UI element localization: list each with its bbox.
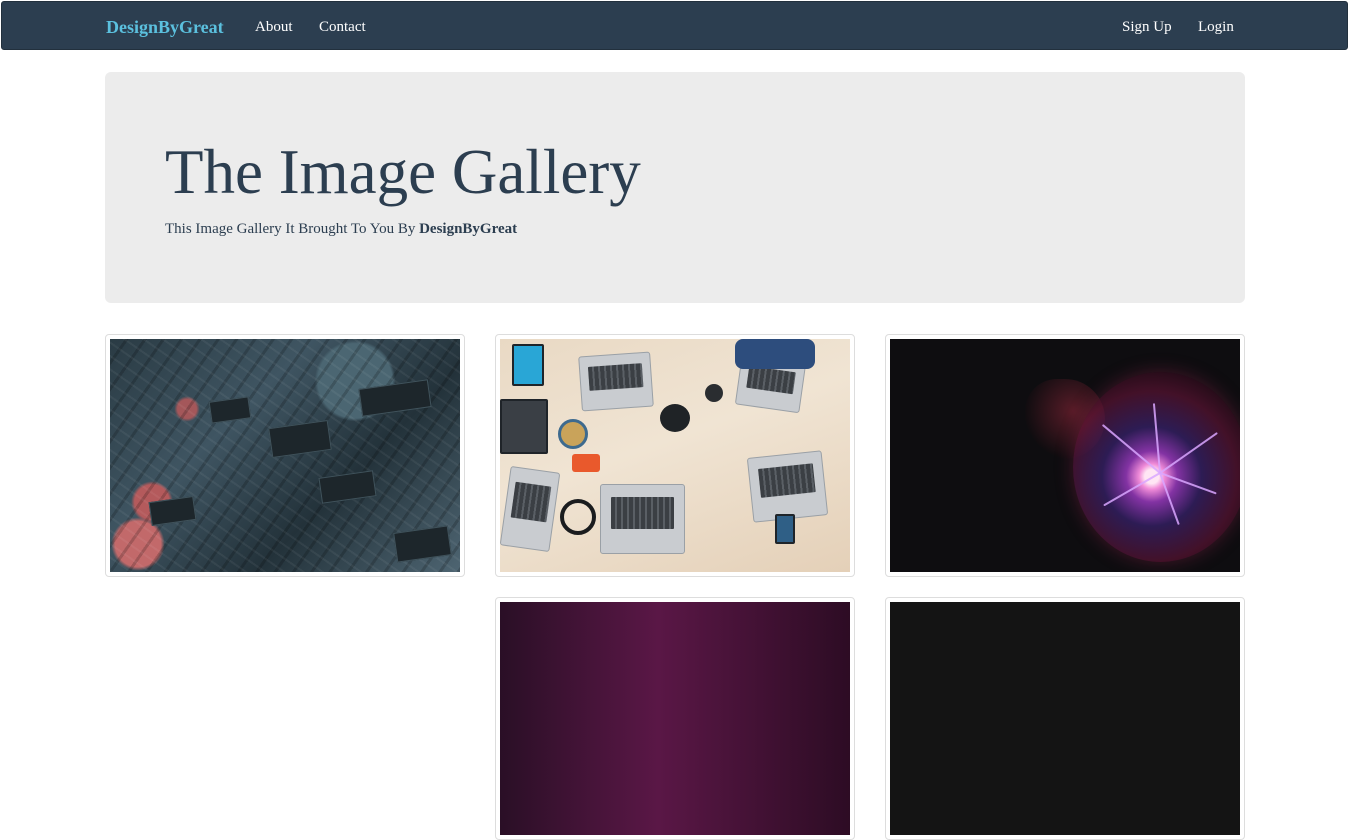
chip-shape [208, 396, 252, 424]
chip-shape [393, 525, 452, 563]
dark-magenta-image [500, 602, 850, 835]
jumbotron: The Image Gallery This Image Gallery It … [105, 72, 1245, 303]
plasma-ball-image [890, 339, 1240, 572]
tablet-shape [512, 344, 544, 386]
phone-shape [775, 514, 795, 544]
laptop-shape [746, 450, 829, 523]
gallery-thumbnail-1[interactable] [105, 334, 465, 577]
nav-link-about[interactable]: About [255, 17, 293, 37]
gallery-thumbnail-6[interactable] [885, 597, 1245, 840]
nav-link-contact[interactable]: Contact [319, 17, 366, 37]
chip-shape [148, 495, 197, 527]
chip-shape [358, 379, 432, 417]
dark-image [890, 602, 1240, 835]
navbar: DesignByGreat About Contact Sign Up Logi… [1, 1, 1348, 50]
plasma-ball-shape [1073, 372, 1240, 562]
teapot-shape [660, 404, 690, 432]
chip-shape [268, 419, 332, 459]
subtitle-text: This Image Gallery It Brought To You By [165, 221, 420, 237]
orange-box-shape [572, 454, 600, 472]
chip-shape [318, 470, 377, 504]
laptop-shape [578, 351, 654, 412]
bowl-shape [558, 419, 588, 449]
page-subtitle: This Image Gallery It Brought To You By … [165, 219, 517, 239]
headphones-shape [560, 499, 596, 535]
gallery-thumbnail-2[interactable] [495, 334, 855, 577]
brand-link[interactable]: DesignByGreat [106, 16, 224, 38]
circuit-board-image [110, 339, 460, 572]
laptop-shape [600, 484, 685, 554]
page-title: The Image Gallery [165, 137, 641, 207]
desk-image [500, 339, 850, 572]
subtitle-brand: DesignByGreat [419, 221, 518, 237]
cup-shape [705, 384, 723, 402]
gallery-thumbnail-5[interactable] [495, 597, 855, 840]
laptop-shape [500, 465, 561, 553]
nav-link-sign-up[interactable]: Sign Up [1122, 17, 1172, 37]
nav-link-login[interactable]: Login [1198, 17, 1234, 37]
gallery-thumbnail-3[interactable] [885, 334, 1245, 577]
tablet-shape [500, 399, 548, 454]
hand-shape [735, 339, 815, 369]
